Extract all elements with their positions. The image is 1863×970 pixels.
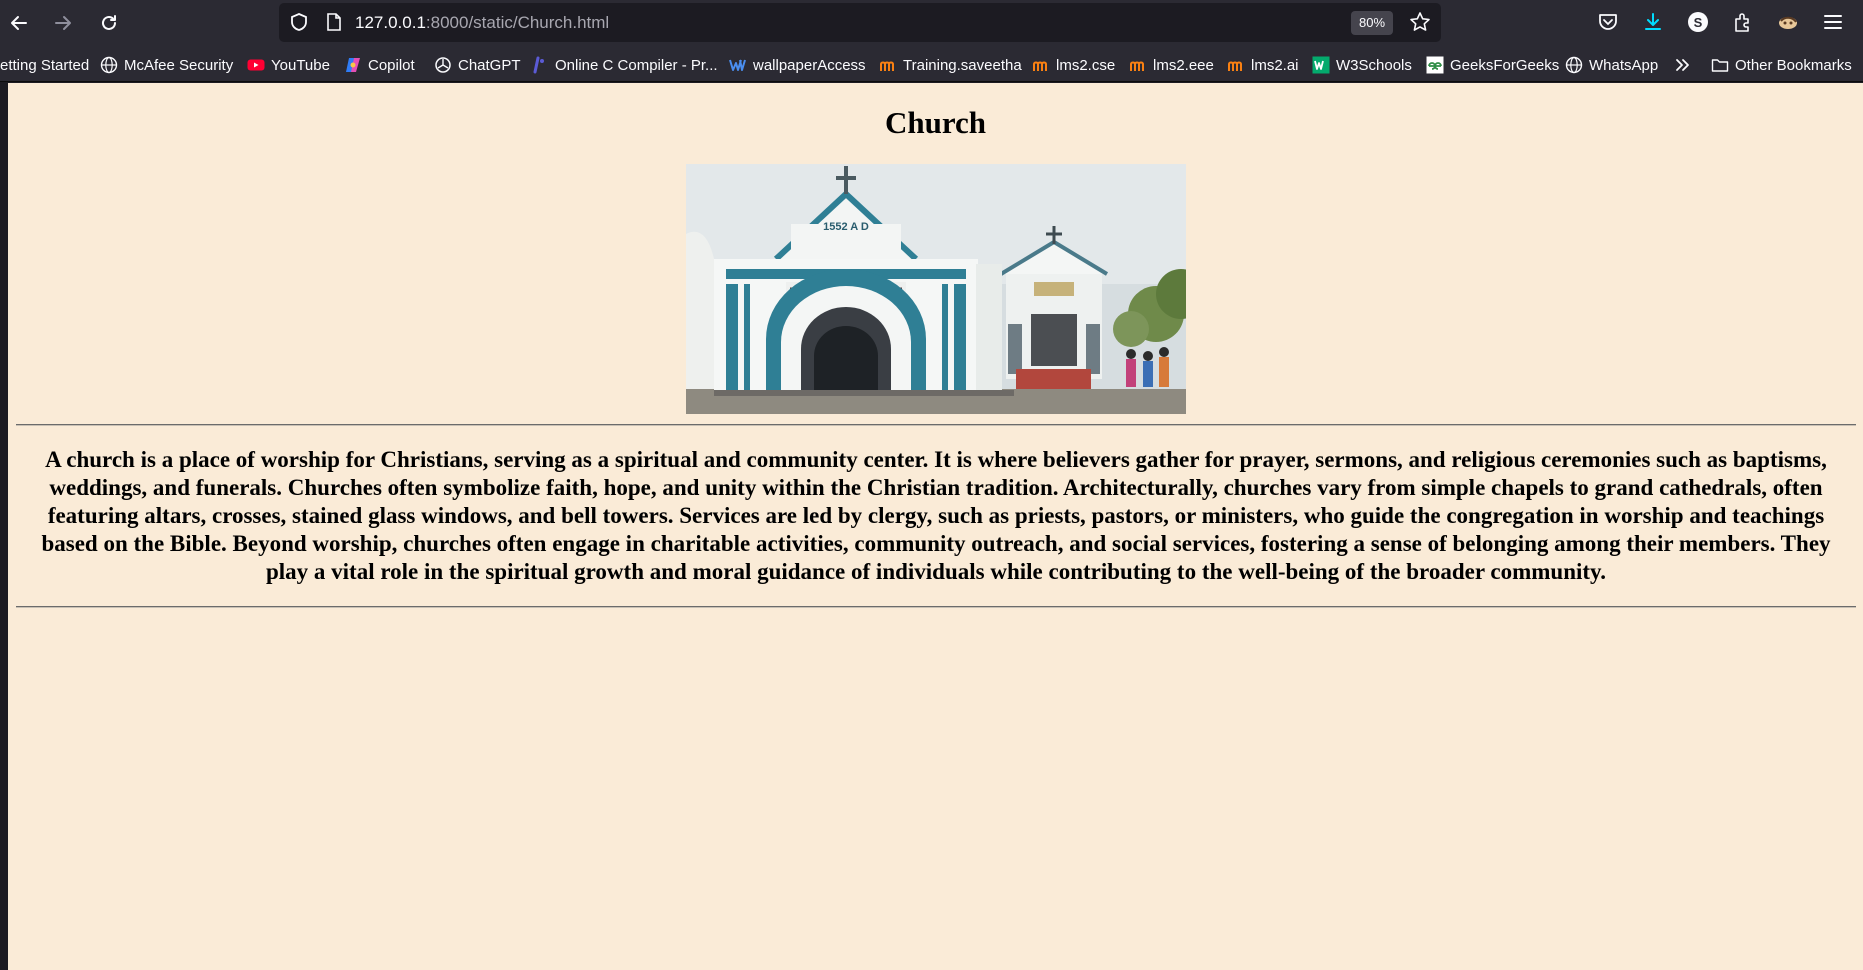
bookmark-label: Other Bookmarks [1735, 56, 1852, 74]
tracking-shield-icon[interactable] [289, 12, 309, 32]
horizontal-rule-top [16, 424, 1856, 426]
extension-logo-icon [1779, 16, 1797, 29]
account-button[interactable]: S [1687, 11, 1709, 33]
bookmark-label: McAfee Security [124, 56, 234, 74]
pocket-button[interactable] [1597, 11, 1619, 33]
back-button[interactable] [4, 8, 34, 38]
bookmark-label: GeeksForGeeks [1450, 56, 1560, 74]
chevron-double-right-icon [1674, 56, 1692, 74]
url-host: 127.0.0.1 [355, 13, 426, 32]
bookmark-geeksforgeeks[interactable]: GeeksForGeeks [1426, 55, 1559, 75]
horizontal-rule-bottom [16, 606, 1856, 608]
arrow-right-icon [55, 16, 71, 30]
moodle-icon [1129, 56, 1147, 74]
bookmark-online-c-compiler[interactable]: Online C Compiler - Pr... [531, 55, 718, 75]
bookmark-label: ChatGPT [458, 56, 521, 74]
url-path: :8000/static/Church.html [425, 13, 610, 32]
moodle-icon [879, 56, 897, 74]
church-image: 1552 A D [686, 164, 1186, 414]
address-bar[interactable]: 127.0.0.1:8000/static/Church.html 80% [279, 3, 1441, 42]
forward-button[interactable] [48, 8, 78, 38]
youtube-icon [247, 56, 265, 74]
bookmark-label: lms2.eee [1153, 56, 1214, 74]
bookmark-label: W3Schools [1336, 56, 1412, 74]
moodle-icon [1032, 56, 1050, 74]
svg-text:S: S [1694, 15, 1703, 30]
bookmark-mcafee-security[interactable]: McAfee Security [100, 55, 233, 75]
church-date-text: 1552 A D [823, 221, 869, 233]
wallpaper-icon [729, 56, 747, 74]
bookmark-lms2-ai[interactable]: lms2.ai [1227, 55, 1299, 75]
bookmark-youtube[interactable]: YouTube [247, 55, 330, 75]
bookmark-label: lms2.cse [1056, 56, 1116, 74]
extension-button[interactable] [1777, 11, 1799, 33]
page-title: Church [884, 105, 987, 140]
window-edge [0, 83, 8, 970]
bookmark-label: YouTube [271, 56, 330, 74]
hamburger-menu-icon [1824, 15, 1842, 29]
browser-toolbar: 127.0.0.1:8000/static/Church.html 80% S [0, 0, 1863, 46]
bookmark-label: etting Started [0, 56, 90, 74]
church-description: A church is a place of worship for Chris… [41, 447, 1831, 584]
reload-button[interactable] [94, 8, 124, 38]
bookmark-copilot[interactable]: Copilot [344, 55, 415, 75]
globe-icon [100, 56, 118, 74]
bookmark-whatsapp[interactable]: WhatsApp [1565, 55, 1658, 75]
account-avatar-icon: S [1688, 12, 1708, 32]
compiler-icon [531, 56, 549, 74]
globe-icon [1565, 56, 1583, 74]
moodle-icon [1227, 56, 1245, 74]
bookmarks-overflow-button[interactable] [1674, 55, 1692, 75]
w3schools-icon [1312, 56, 1330, 74]
chatgpt-icon [434, 56, 452, 74]
bookmark-training-saveetha[interactable]: Training.saveetha [879, 55, 1022, 75]
folder-icon [1711, 56, 1729, 74]
zoom-level-button[interactable]: 80% [1351, 11, 1394, 35]
bookmark-other-bookmarks[interactable]: Other Bookmarks [1711, 55, 1852, 75]
page-viewport: Church 1552 A D A church is a place of w… [8, 83, 1863, 970]
bookmark-label: lms2.ai [1251, 56, 1299, 74]
bookmark-wallpaperaccess[interactable]: wallpaperAccess [729, 55, 866, 75]
url-text[interactable]: 127.0.0.1:8000/static/Church.html [355, 13, 609, 33]
pocket-icon [1599, 14, 1617, 30]
geeksforgeeks-icon [1426, 56, 1444, 74]
bookmark-getting-started[interactable]: etting Started [0, 55, 89, 75]
bookmark-star-icon[interactable] [1409, 11, 1431, 33]
bookmark-label: Copilot [368, 56, 415, 74]
bookmark-chatgpt[interactable]: ChatGPT [434, 55, 521, 75]
download-icon [1645, 13, 1661, 30]
puzzle-icon [1735, 13, 1749, 32]
bookmark-label: wallpaperAccess [753, 56, 866, 74]
reload-icon [102, 15, 116, 30]
page-info-icon[interactable] [325, 12, 343, 32]
bookmark-lms2-cse[interactable]: lms2.cse [1032, 55, 1115, 75]
bookmark-label: WhatsApp [1589, 56, 1659, 74]
extensions-button[interactable] [1732, 11, 1754, 33]
arrow-left-icon [11, 16, 27, 30]
bookmark-w3schools[interactable]: W3Schools [1312, 55, 1412, 75]
bookmark-label: Online C Compiler - Pr... [555, 56, 718, 74]
bookmark-lms2-eee[interactable]: lms2.eee [1129, 55, 1214, 75]
app-menu-button[interactable] [1822, 11, 1844, 33]
bookmark-label: Training.saveetha [903, 56, 1022, 74]
downloads-button[interactable] [1642, 11, 1664, 33]
copilot-icon [344, 56, 362, 74]
bookmarks-toolbar: etting Started McAfee Security YouTube C… [0, 46, 1863, 82]
